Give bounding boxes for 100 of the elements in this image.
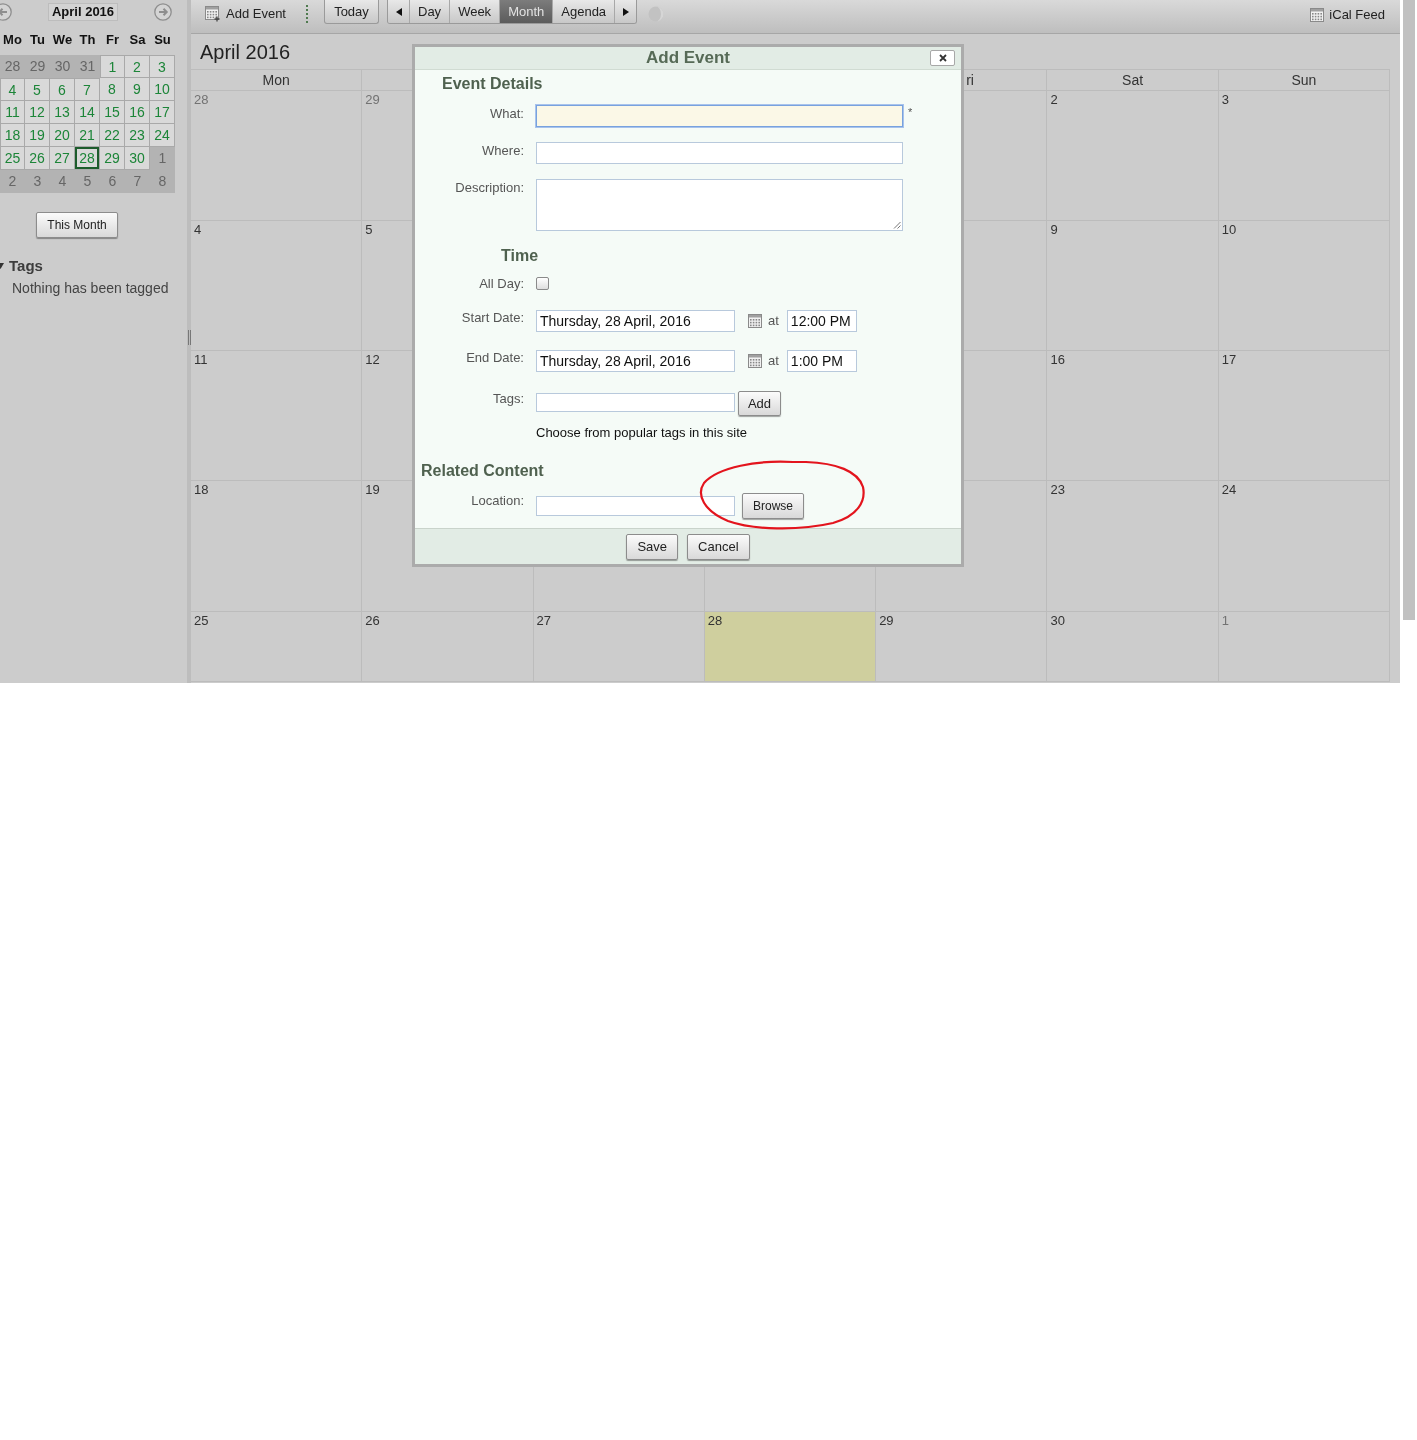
view-tab[interactable]: Month [499, 0, 553, 23]
date-cell[interactable]: 11 [0, 101, 25, 124]
field-label: All Day: [478, 276, 524, 292]
date-cell[interactable]: 18 [0, 124, 25, 147]
add-event-link[interactable]: Add Event [205, 5, 286, 23]
date-cell[interactable]: 23 [125, 124, 150, 147]
date-cell[interactable]: 12 [25, 101, 50, 124]
day-number[interactable]: 11 [194, 352, 208, 367]
field-label: Start Date: [460, 310, 524, 326]
day-number[interactable]: 28 [194, 92, 209, 107]
add-tag-button[interactable]: Add [738, 391, 781, 416]
date-cell[interactable]: 2 [125, 55, 150, 78]
section-heading: Time [501, 247, 539, 264]
day-number[interactable]: 1 [1221, 613, 1229, 628]
scrollbar-thumb[interactable] [1403, 0, 1415, 620]
date-cell[interactable]: 9 [125, 78, 150, 101]
section-heading: Related Content [421, 462, 544, 479]
date-cell[interactable]: 22 [100, 124, 125, 147]
dialog-button[interactable]: Cancel [687, 533, 750, 560]
date-cell[interactable]: 25 [0, 147, 25, 170]
time-field[interactable]: 12:00 PM [786, 310, 857, 332]
date-cell[interactable]: 21 [75, 124, 100, 147]
date-cell[interactable]: 29 [100, 147, 125, 170]
date-field[interactable]: Thursday, 28 April, 2016 [536, 310, 735, 332]
day-number[interactable]: 27 [536, 613, 552, 628]
date-cell[interactable]: 10 [150, 78, 175, 101]
day-number[interactable]: 24 [1221, 482, 1237, 497]
date-cell[interactable]: 1 [100, 55, 125, 78]
left-triangle-icon [395, 7, 402, 16]
browse-button[interactable]: Browse [742, 493, 804, 519]
date-cell[interactable]: 20 [50, 124, 75, 147]
view-tab[interactable]: Agenda [552, 0, 615, 23]
date-cell[interactable]: 8 [100, 78, 125, 101]
calendar-icon[interactable] [748, 314, 762, 328]
previous-button[interactable] [388, 0, 409, 23]
day-number[interactable]: 2 [1050, 92, 1058, 107]
day-number[interactable]: 3 [1221, 92, 1229, 107]
at-label: at [768, 352, 779, 370]
date-cell[interactable]: 24 [150, 124, 175, 147]
day-number[interactable]: 18 [194, 482, 209, 497]
resize-grip-icon[interactable] [893, 221, 901, 229]
calendar-icon[interactable] [748, 354, 762, 368]
time-field[interactable]: 1:00 PM [786, 350, 857, 372]
date-cell[interactable]: 30 [125, 147, 150, 170]
date-cell[interactable]: 13 [50, 101, 75, 124]
date-cell[interactable]: 26 [25, 147, 50, 170]
date-cell[interactable]: 5 [25, 78, 50, 101]
tags-hint-text: Choose from popular tags in this site [536, 425, 747, 440]
date-cell[interactable]: 6 [50, 78, 75, 101]
dialog-button[interactable]: Save [626, 533, 679, 560]
day-number[interactable]: 28 [707, 613, 723, 628]
day-number[interactable]: 29 [365, 92, 380, 107]
day-number[interactable]: 5 [365, 222, 373, 237]
view-tab[interactable]: Day [409, 0, 450, 23]
date-cell[interactable]: 28 [75, 147, 100, 170]
section-heading: Event Details [442, 75, 543, 92]
day-number[interactable]: 23 [1050, 482, 1065, 497]
location-input[interactable] [536, 496, 735, 516]
this-month-button[interactable]: This Month [36, 212, 118, 238]
day-number[interactable]: 9 [1050, 222, 1058, 237]
day-number[interactable]: 19 [365, 482, 380, 497]
date-cell[interactable]: 3 [150, 55, 175, 78]
weekday-label: Sat [1122, 72, 1144, 88]
view-tab[interactable]: Week [449, 0, 500, 23]
textarea-field[interactable] [536, 179, 903, 231]
date-field[interactable]: Thursday, 28 April, 2016 [536, 350, 735, 372]
resize-handle-icon[interactable] [187, 330, 191, 345]
weekday-label: ri [966, 72, 974, 88]
required-mark: * [908, 105, 913, 119]
day-number[interactable]: 29 [879, 613, 894, 628]
field-label: What: [489, 105, 524, 122]
day-number[interactable]: 30 [1050, 613, 1065, 628]
tags-input[interactable] [536, 393, 735, 412]
date-cell[interactable]: 7 [75, 78, 100, 101]
date-cell[interactable]: 17 [150, 101, 175, 124]
checkbox[interactable] [536, 277, 549, 290]
day-number[interactable]: 16 [1050, 352, 1065, 367]
text-input[interactable] [536, 142, 903, 164]
date-cell[interactable]: 27 [50, 147, 75, 170]
day-number[interactable]: 4 [194, 222, 202, 237]
date-cell[interactable]: 19 [25, 124, 50, 147]
weekday-label: Tu [29, 32, 46, 48]
day-number[interactable]: 17 [1221, 352, 1237, 367]
calendar-icon [1310, 8, 1325, 22]
ical-feed-link[interactable]: iCal Feed [1310, 7, 1385, 23]
today-button[interactable]: Today [324, 0, 379, 24]
date-cell[interactable]: 15 [100, 101, 125, 124]
day-number[interactable]: 10 [1221, 222, 1237, 237]
next-button[interactable] [614, 0, 637, 23]
dialog-title: Add Event [645, 48, 731, 68]
day-number[interactable]: 12 [365, 352, 380, 367]
date-cell[interactable]: 14 [75, 101, 100, 124]
arrow-right-circle-icon[interactable] [154, 3, 172, 21]
date-cell[interactable]: 4 [0, 78, 25, 101]
day-number[interactable]: 26 [365, 613, 380, 628]
text-input[interactable] [536, 105, 903, 127]
weekday-label: Mon [262, 72, 290, 88]
day-number[interactable]: 25 [194, 613, 209, 628]
close-button[interactable] [930, 50, 955, 66]
date-cell[interactable]: 16 [125, 101, 150, 124]
